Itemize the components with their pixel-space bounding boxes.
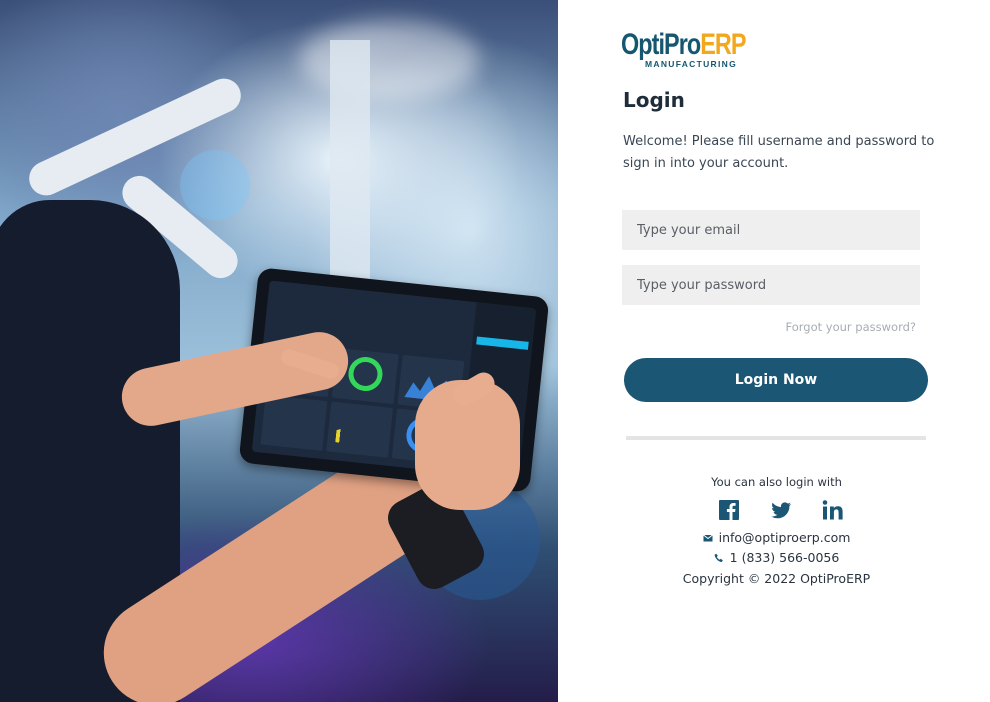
copyright: Copyright © 2022 OptiProERP — [682, 571, 871, 586]
welcome-text: Welcome! Please fill username and passwo… — [623, 134, 935, 171]
login-button[interactable]: Login Now — [624, 358, 928, 402]
page-title: Login — [623, 88, 685, 112]
twitter-icon[interactable] — [768, 497, 794, 523]
email-field[interactable] — [622, 210, 920, 250]
password-field[interactable] — [622, 265, 920, 305]
forgot-password-link[interactable]: Forgot your password? — [773, 320, 916, 334]
social-login-links — [716, 497, 846, 523]
linkedin-icon[interactable] — [820, 497, 846, 523]
contact-email: info@optiproerp.com — [558, 530, 990, 545]
login-panel: OptiProERP MANUFACTURING Login Welcome! … — [558, 0, 990, 702]
facebook-icon[interactable] — [716, 497, 742, 523]
contact-phone: 1 (833) 566-0056 — [558, 550, 990, 565]
divider — [626, 436, 926, 440]
mail-icon — [702, 533, 713, 543]
contact-email-link[interactable]: info@optiproerp.com — [719, 530, 851, 545]
brand-logo: OptiProERP MANUFACTURING — [621, 28, 747, 69]
phone-icon — [714, 553, 724, 563]
hero-image — [0, 0, 558, 702]
social-login-heading: You can also login with — [711, 475, 842, 489]
